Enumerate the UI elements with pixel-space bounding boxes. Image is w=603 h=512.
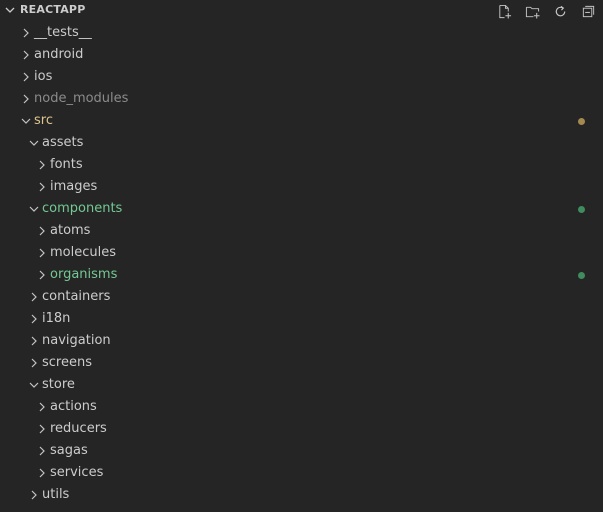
chevron-down-icon[interactable] [28, 137, 40, 149]
tree-item-label: fonts [50, 157, 83, 172]
tree-item-android[interactable]: android [0, 44, 603, 66]
tree-item-components[interactable]: components [0, 198, 603, 220]
chevron-right-icon[interactable] [36, 181, 48, 193]
chevron-down-icon[interactable] [28, 203, 40, 215]
chevron-right-icon[interactable] [28, 313, 40, 325]
chevron-right-icon[interactable] [36, 225, 48, 237]
chevron-right-icon[interactable] [36, 159, 48, 171]
chevron-right-icon[interactable] [20, 49, 32, 61]
chevron-right-icon[interactable] [36, 269, 48, 281]
tree-item-label: navigation [42, 333, 111, 348]
tree-item-label: sagas [50, 443, 88, 458]
tree-item-sagas[interactable]: sagas [0, 440, 603, 462]
chevron-right-icon[interactable] [36, 467, 48, 479]
tree-item-assets[interactable]: assets [0, 132, 603, 154]
explorer-actions [485, 2, 597, 20]
refresh-button[interactable] [551, 2, 569, 20]
tree-item-label: src [34, 113, 53, 128]
tree-item-label: services [50, 465, 104, 480]
tree-item-label: utils [42, 487, 70, 502]
tree-item-store[interactable]: store [0, 374, 603, 396]
chevron-down-icon[interactable] [28, 379, 40, 391]
tree-item-screens[interactable]: screens [0, 352, 603, 374]
new-file-icon [498, 4, 511, 19]
chevron-right-icon[interactable] [36, 423, 48, 435]
chevron-down-icon[interactable] [20, 115, 32, 127]
chevron-right-icon[interactable] [20, 71, 32, 83]
chevron-down-icon[interactable] [4, 4, 16, 16]
tree-item-organisms[interactable]: organisms [0, 264, 603, 286]
untracked-status-dot [578, 272, 585, 279]
chevron-right-icon[interactable] [36, 445, 48, 457]
tree-item-services[interactable]: services [0, 462, 603, 484]
chevron-right-icon[interactable] [28, 489, 40, 501]
chevron-right-icon[interactable] [36, 247, 48, 259]
tree-item-images[interactable]: images [0, 176, 603, 198]
tree-item-label: images [50, 179, 98, 194]
file-tree: __tests__android ios node_modulessrc assets… [0, 22, 603, 506]
tree-item-label: organisms [50, 267, 118, 282]
tree-item-actions[interactable]: actions [0, 396, 603, 418]
tree-item-src[interactable]: src [0, 110, 603, 132]
tree-item-label: containers [42, 289, 111, 304]
chevron-right-icon[interactable] [28, 357, 40, 369]
refresh-icon [555, 5, 565, 16]
tree-item-i18n[interactable]: i18n [0, 308, 603, 330]
explorer-panel: REACTAPP __tests__ android ios node_modu… [0, 0, 603, 512]
tree-item-label: store [42, 377, 75, 392]
tree-item-label: android [34, 47, 84, 62]
chevron-right-icon[interactable] [28, 291, 40, 303]
tree-item-label: actions [50, 399, 97, 414]
chevron-right-icon[interactable] [36, 401, 48, 413]
tree-item-label: atoms [50, 223, 91, 238]
tree-item-node-modules[interactable]: node_modules [0, 88, 603, 110]
new-folder-icon [525, 6, 540, 19]
tree-item-tests[interactable]: __tests__ [0, 22, 603, 44]
tree-item-label: node_modules [34, 91, 129, 106]
tree-item-label: molecules [50, 245, 116, 260]
tree-item-containers[interactable]: containers [0, 286, 603, 308]
explorer-header[interactable]: REACTAPP [0, 0, 603, 22]
untracked-status-dot [578, 206, 585, 213]
chevron-right-icon[interactable] [20, 93, 32, 105]
tree-item-label: assets [42, 135, 84, 150]
chevron-right-icon[interactable] [28, 335, 40, 347]
new-file-button[interactable] [495, 2, 513, 20]
explorer-title: REACTAPP [20, 3, 86, 16]
tree-item-fonts[interactable]: fonts [0, 154, 603, 176]
tree-item-label: __tests__ [34, 25, 92, 40]
tree-item-navigation[interactable]: navigation [0, 330, 603, 352]
tree-item-molecules[interactable]: molecules [0, 242, 603, 264]
tree-item-atoms[interactable]: atoms [0, 220, 603, 242]
collapse-all-button[interactable] [579, 2, 597, 20]
tree-item-label: i18n [42, 311, 71, 326]
tree-item-utils[interactable]: utils [0, 484, 603, 506]
new-folder-button[interactable] [523, 2, 541, 20]
tree-item-label: screens [42, 355, 92, 370]
tree-item-label: components [42, 201, 123, 216]
chevron-right-icon[interactable] [20, 27, 32, 39]
tree-item-label: reducers [50, 421, 107, 436]
collapse-all-icon [582, 5, 594, 17]
tree-item-label: ios [34, 69, 53, 84]
tree-item-reducers[interactable]: reducers [0, 418, 603, 440]
tree-item-ios[interactable]: ios [0, 66, 603, 88]
modified-status-dot [578, 118, 585, 125]
